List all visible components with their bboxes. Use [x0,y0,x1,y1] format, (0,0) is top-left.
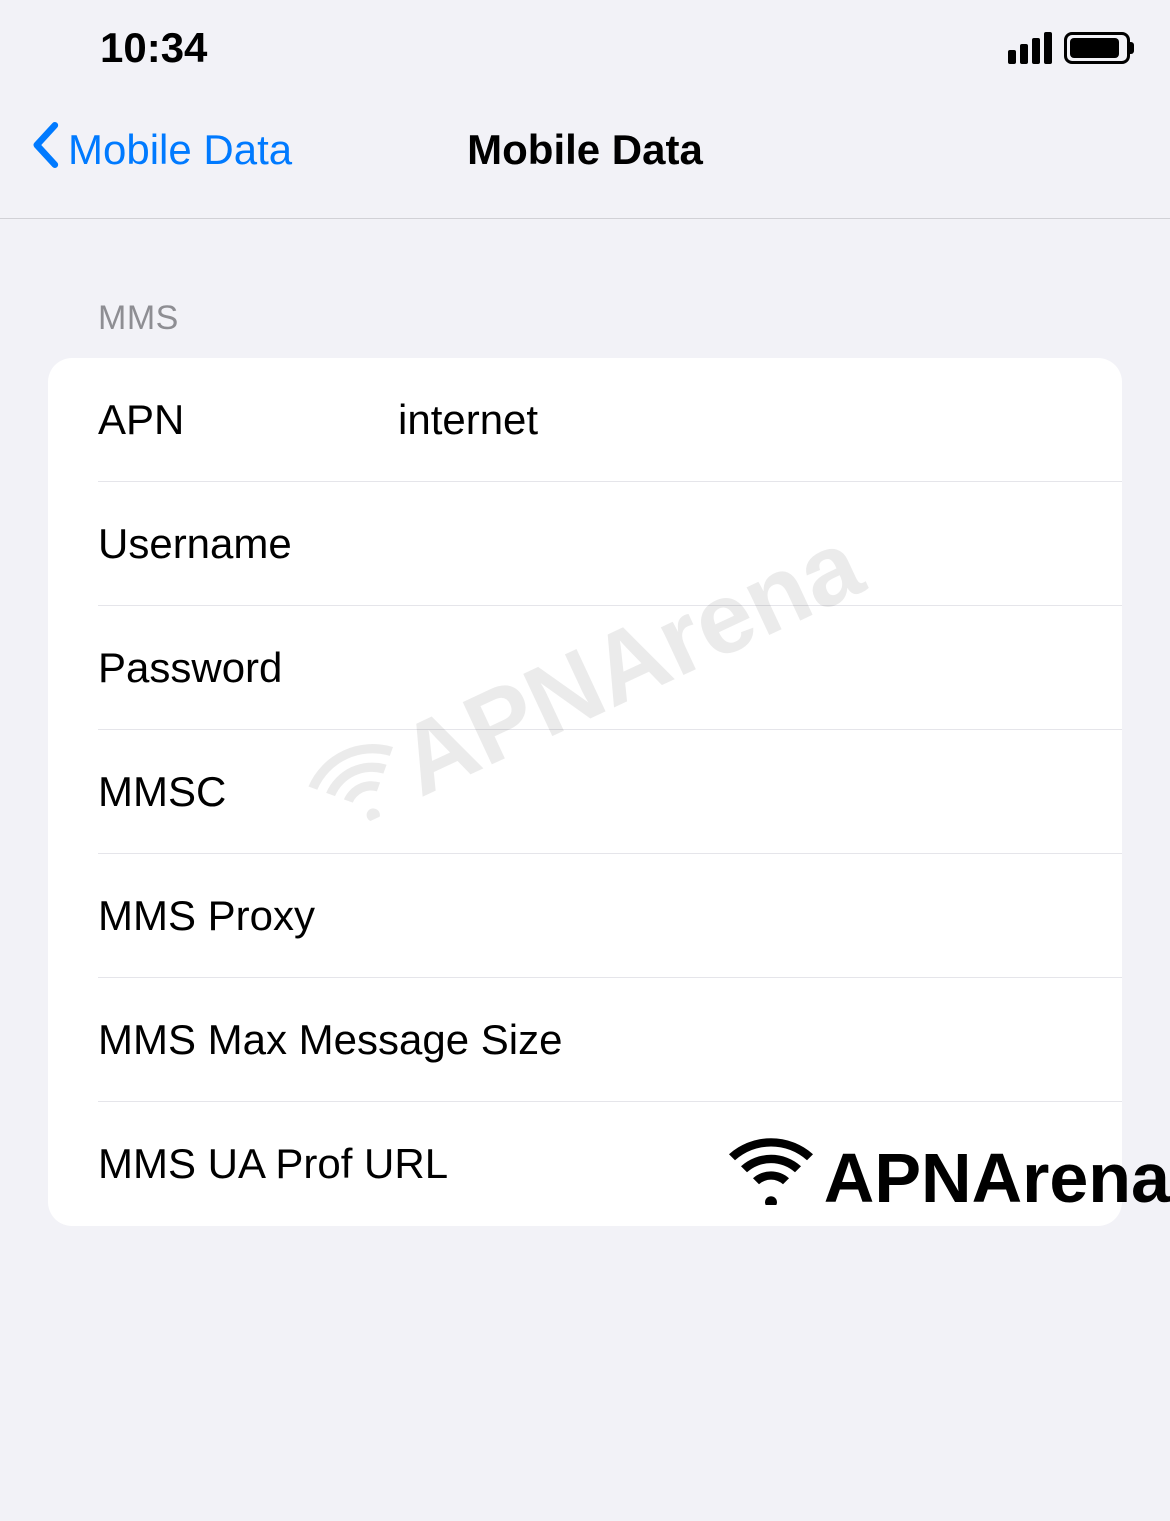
navigation-bar: Mobile Data Mobile Data [0,92,1170,219]
password-row[interactable]: Password [48,606,1122,730]
back-button[interactable]: Mobile Data [30,122,292,178]
mms-proxy-input[interactable] [398,892,1122,940]
content-area: MMS APN Username Password MMSC MMS Proxy [0,219,1170,1226]
username-row[interactable]: Username [48,482,1122,606]
back-label: Mobile Data [68,126,292,174]
username-label: Username [98,520,398,568]
status-indicators [1008,32,1130,64]
apn-label: APN [98,396,398,444]
mms-ua-prof-row[interactable]: MMS UA Prof URL [48,1102,1122,1226]
mms-proxy-row[interactable]: MMS Proxy [48,854,1122,978]
password-label: Password [98,644,398,692]
chevron-left-icon [30,122,60,178]
mmsc-row[interactable]: MMSC [48,730,1122,854]
status-time: 10:34 [100,24,207,72]
page-title: Mobile Data [467,126,703,174]
mms-proxy-label: MMS Proxy [98,892,398,940]
apn-input[interactable] [398,396,1122,444]
status-bar: 10:34 [0,0,1170,92]
battery-icon [1064,32,1130,64]
settings-group: APN Username Password MMSC MMS Proxy MMS… [48,358,1122,1226]
username-input[interactable] [398,520,1122,568]
mms-max-size-label: MMS Max Message Size [98,1016,562,1064]
mms-ua-prof-label: MMS UA Prof URL [98,1140,448,1188]
password-input[interactable] [398,644,1122,692]
mmsc-label: MMSC [98,768,398,816]
mmsc-input[interactable] [398,768,1122,816]
signal-icon [1008,32,1052,64]
apn-row[interactable]: APN [48,358,1122,482]
mms-max-size-row[interactable]: MMS Max Message Size [48,978,1122,1102]
section-header: MMS [48,279,1122,358]
